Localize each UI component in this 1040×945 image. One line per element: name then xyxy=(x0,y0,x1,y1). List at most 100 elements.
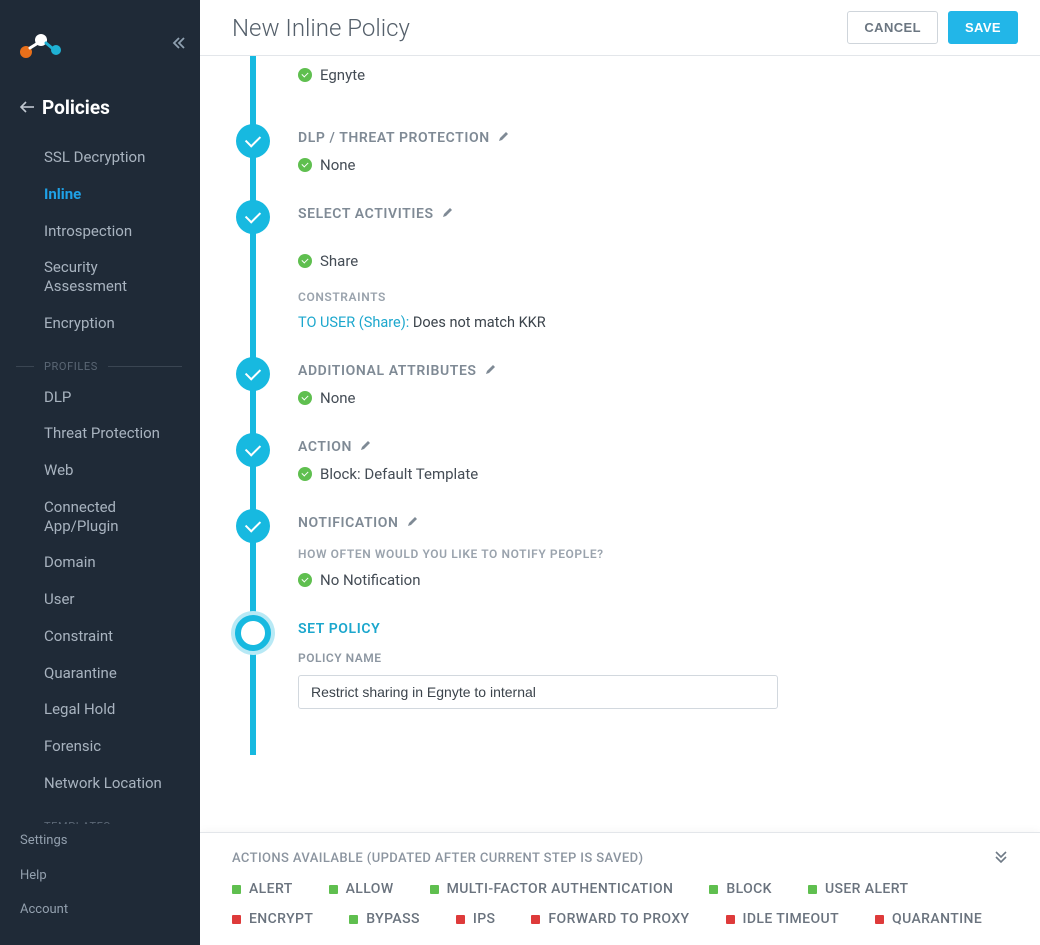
activities-value: Share xyxy=(320,252,358,270)
collapse-sidebar-icon[interactable] xyxy=(172,36,186,54)
step-cloud-app: Egnyte xyxy=(250,56,1008,124)
sidebar-item-web[interactable]: Web xyxy=(0,452,200,489)
check-node-icon xyxy=(236,509,270,543)
action-chip-label: BYPASS xyxy=(366,911,420,927)
sidebar-item-account[interactable]: Account xyxy=(0,893,200,927)
back-arrow-icon[interactable] xyxy=(20,98,34,117)
constraint-line: TO USER (Share): Does not match KKR xyxy=(298,314,1008,331)
sidebar-bottom: Settings Help Account xyxy=(0,824,200,945)
status-square-icon xyxy=(709,885,718,894)
status-square-icon xyxy=(456,915,465,924)
sidebar-item-introspection[interactable]: Introspection xyxy=(0,213,200,250)
status-square-icon xyxy=(430,885,439,894)
actions-available-title: ACTIONS AVAILABLE (UPDATED AFTER CURRENT… xyxy=(232,851,643,866)
section-profiles: PROFILES xyxy=(0,342,200,379)
sidebar-item-legal-hold[interactable]: Legal Hold xyxy=(0,691,200,728)
step-activities: SELECT ACTIVITIES Share CONSTRAINTS TO U… xyxy=(250,200,1008,357)
status-square-icon xyxy=(808,885,817,894)
step-attributes: ADDITIONAL ATTRIBUTES None xyxy=(250,357,1008,433)
timeline: Egnyte DLP / THREAT PROTECTION xyxy=(250,56,1008,765)
action-chip: FORWARD TO PROXY xyxy=(531,911,689,927)
status-square-icon xyxy=(726,915,735,924)
constraint-link[interactable]: TO USER (Share): xyxy=(298,314,409,331)
sidebar-heading[interactable]: Policies xyxy=(0,70,200,129)
action-chip: BYPASS xyxy=(349,911,420,927)
notification-value: No Notification xyxy=(320,571,421,589)
section-templates: TEMPLATES xyxy=(0,802,200,825)
sidebar-item-domain[interactable]: Domain xyxy=(0,544,200,581)
cloud-app-value: Egnyte xyxy=(320,66,365,84)
status-square-icon xyxy=(349,915,358,924)
action-chip-label: QUARANTINE xyxy=(892,911,982,927)
check-icon xyxy=(298,391,312,405)
action-chip: QUARANTINE xyxy=(875,911,982,927)
current-node-icon xyxy=(235,615,271,651)
action-chip-label: IDLE TIMEOUT xyxy=(743,911,840,927)
edit-icon[interactable] xyxy=(442,206,454,222)
attributes-value: None xyxy=(320,389,356,407)
cancel-button[interactable]: CANCEL xyxy=(847,11,938,44)
sidebar-item-user[interactable]: User xyxy=(0,581,200,618)
edit-icon[interactable] xyxy=(485,363,497,379)
action-chip: MULTI-FACTOR AUTHENTICATION xyxy=(430,881,674,897)
sidebar-item-forensic[interactable]: Forensic xyxy=(0,728,200,765)
step-activities-title: SELECT ACTIVITIES xyxy=(298,206,434,222)
page-title: New Inline Policy xyxy=(232,14,410,42)
action-chip-label: ENCRYPT xyxy=(249,911,313,927)
step-dlp: DLP / THREAT PROTECTION None xyxy=(250,124,1008,200)
status-square-icon xyxy=(232,885,241,894)
sidebar-item-threat-protection[interactable]: Threat Protection xyxy=(0,415,200,452)
sidebar-item-settings[interactable]: Settings xyxy=(0,824,200,858)
edit-icon[interactable] xyxy=(360,439,372,455)
action-chip-label: ALERT xyxy=(249,881,293,897)
action-chip: IDLE TIMEOUT xyxy=(726,911,840,927)
action-value: Block: Default Template xyxy=(320,465,478,483)
step-set-policy: SET POLICY POLICY NAME xyxy=(250,615,1008,735)
action-chip: ALLOW xyxy=(329,881,394,897)
step-action-title: ACTION xyxy=(298,439,352,455)
sidebar-item-security-assessment[interactable]: Security Assessment xyxy=(0,249,200,305)
step-notification-title: NOTIFICATION xyxy=(298,515,399,531)
constraints-label: CONSTRAINTS xyxy=(298,290,1008,304)
action-chip-label: FORWARD TO PROXY xyxy=(548,911,689,927)
sidebar-item-network-location[interactable]: Network Location xyxy=(0,765,200,802)
check-node-icon xyxy=(236,433,270,467)
sidebar-item-connected-app[interactable]: Connected App/Plugin xyxy=(0,489,200,545)
save-button[interactable]: SAVE xyxy=(948,11,1018,44)
sidebar-item-quarantine[interactable]: Quarantine xyxy=(0,655,200,692)
check-icon xyxy=(298,158,312,172)
step-action: ACTION Block: Default Template xyxy=(250,433,1008,509)
action-chip-label: USER ALERT xyxy=(825,881,908,897)
check-node-icon xyxy=(236,124,270,158)
section-profiles-label: PROFILES xyxy=(44,360,98,373)
sidebar-item-encryption[interactable]: Encryption xyxy=(0,305,200,342)
check-node-icon xyxy=(236,357,270,391)
notification-prompt: HOW OFTEN WOULD YOU LIKE TO NOTIFY PEOPL… xyxy=(298,547,1008,561)
action-chip: ENCRYPT xyxy=(232,911,313,927)
sidebar-item-constraint[interactable]: Constraint xyxy=(0,618,200,655)
sidebar-item-dlp[interactable]: DLP xyxy=(0,379,200,416)
policy-name-label: POLICY NAME xyxy=(298,651,1008,665)
policy-name-input[interactable] xyxy=(298,675,778,709)
status-square-icon xyxy=(875,915,884,924)
logo xyxy=(18,30,68,60)
edit-icon[interactable] xyxy=(407,515,419,531)
actions-list: ALERT ALLOW MULTI-FACTOR AUTHENTICATION BLO… xyxy=(232,881,1008,927)
step-dlp-title: DLP / THREAT PROTECTION xyxy=(298,130,490,146)
check-icon xyxy=(298,573,312,587)
check-icon xyxy=(298,254,312,268)
action-chip: IPS xyxy=(456,911,496,927)
main: New Inline Policy CANCEL SAVE Egnyte xyxy=(200,0,1040,945)
topbar: New Inline Policy CANCEL SAVE xyxy=(200,0,1040,56)
step-set-policy-title: SET POLICY xyxy=(298,621,380,637)
sidebar: Policies SSL Decryption Inline Introspec… xyxy=(0,0,200,945)
action-chip-label: BLOCK xyxy=(726,881,772,897)
edit-icon[interactable] xyxy=(498,130,510,146)
sidebar-item-ssl[interactable]: SSL Decryption xyxy=(0,139,200,176)
sidebar-item-help[interactable]: Help xyxy=(0,859,200,893)
action-chip-label: IPS xyxy=(473,911,496,927)
action-chip-label: MULTI-FACTOR AUTHENTICATION xyxy=(447,881,674,897)
sidebar-item-inline[interactable]: Inline xyxy=(0,176,200,213)
collapse-panel-icon[interactable] xyxy=(994,849,1008,867)
action-chip: ALERT xyxy=(232,881,293,897)
